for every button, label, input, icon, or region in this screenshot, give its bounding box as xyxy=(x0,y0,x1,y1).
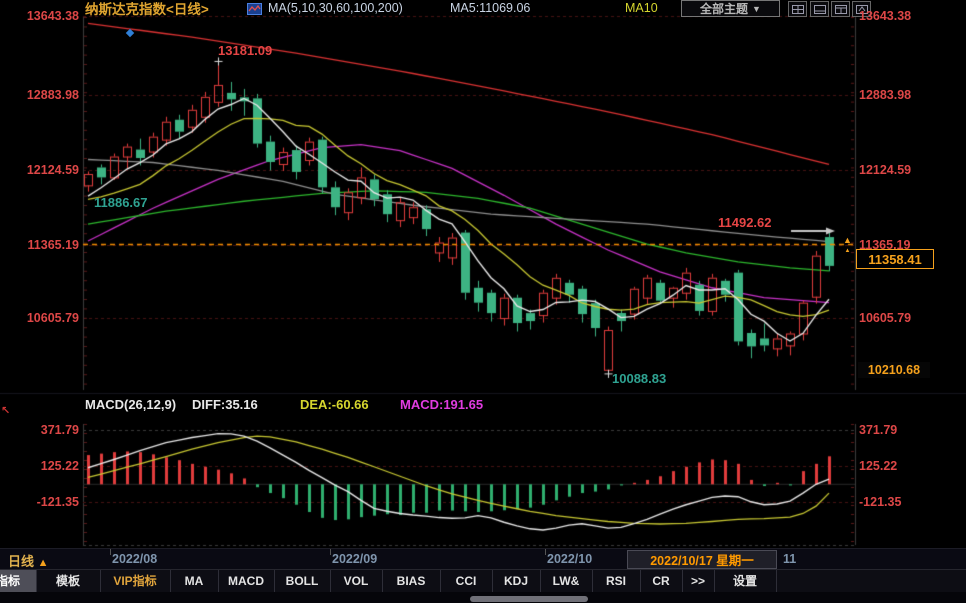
tab-[interactable]: 模板 xyxy=(36,570,101,592)
month-tick xyxy=(330,549,331,555)
month-label: 2022/08 xyxy=(112,552,157,566)
month-tick xyxy=(545,549,546,555)
macd-dea-label: DEA:-60.66 xyxy=(300,397,369,412)
chevron-down-icon: ▼ xyxy=(752,4,761,14)
tab-[interactable]: >> xyxy=(682,570,715,592)
bottom-scrollbar-track[interactable] xyxy=(0,592,966,603)
month-label: 2022/10 xyxy=(547,552,592,566)
pane-bottom-button[interactable] xyxy=(831,1,850,17)
trailing-month-label: 11 xyxy=(783,552,796,566)
period-low-annotation: 10088.83 xyxy=(612,371,666,386)
period-arrow-icon: ▲ xyxy=(38,557,49,569)
price-axis-label: 12124.59 xyxy=(0,162,79,178)
theme-dropdown-label: 全部主题 xyxy=(700,0,748,17)
month-tick xyxy=(110,549,111,555)
macd-axis-label: 125.22 xyxy=(0,458,79,474)
ma-group-label: MA(5,10,30,60,100,200) xyxy=(268,1,403,15)
price-axis-label: 10605.79 xyxy=(0,310,79,326)
tab-ma[interactable]: MA xyxy=(170,570,219,592)
tab-[interactable]: 设置 xyxy=(714,570,777,592)
instrument-title: 纳斯达克指数<日线> xyxy=(85,0,209,18)
pane-add-button[interactable] xyxy=(810,1,829,17)
theme-dropdown[interactable]: 全部主题 ▼ xyxy=(681,0,780,17)
macd-axis-label: 371.79 xyxy=(0,422,79,438)
period-selector[interactable]: 日线 ▲ xyxy=(8,551,49,570)
price-axis-label: 11365.19 xyxy=(0,237,79,253)
tab-rsi[interactable]: RSI xyxy=(592,570,641,592)
tab-cr[interactable]: CR xyxy=(640,570,683,592)
price-axis-label: 12883.98 xyxy=(0,87,79,103)
macd-axis-label: 371.79 xyxy=(859,422,897,438)
price-axis-label: 12883.98 xyxy=(859,87,911,103)
tab-boll[interactable]: BOLL xyxy=(274,570,331,592)
recent-high-annotation: 11492.62 xyxy=(718,215,772,230)
ma5-value-label: MA5:11069.06 xyxy=(450,1,530,15)
trading-app-window: 纳斯达克指数<日线> MA(5,10,30,60,100,200) MA5:11… xyxy=(0,0,966,603)
macd-diff-label: DIFF:35.16 xyxy=(192,397,258,412)
tab-lw[interactable]: LW& xyxy=(540,570,593,592)
current-price-box: 11358.41 xyxy=(856,249,934,269)
timeline-bar: 日线 ▲ 2022/10/17 星期一 11 2022/08 2022/09 202… xyxy=(0,548,966,570)
tab-kdj[interactable]: KDJ xyxy=(492,570,541,592)
price-axis-label: 12124.59 xyxy=(859,162,911,178)
layout-split-button[interactable] xyxy=(788,1,807,17)
tab-macd[interactable]: MACD xyxy=(218,570,275,592)
price-axis-label: 13643.38 xyxy=(859,8,911,24)
price-axis-label: 13643.38 xyxy=(0,8,79,24)
ma10-value-label: MA10 xyxy=(625,1,658,15)
macd-axis-label: 125.22 xyxy=(859,458,897,474)
price-axis-label: 10605.79 xyxy=(859,310,911,326)
indicator-tab-bar: 指标模板VIP指标MAMACDBOLLVOLBIASCCIKDJLW&RSICR… xyxy=(0,569,966,593)
macd-value-label: MACD:191.65 xyxy=(400,397,483,412)
macd-axis-label: -121.35 xyxy=(0,494,79,510)
tab-vip[interactable]: VIP指标 xyxy=(100,570,171,592)
tab-vol[interactable]: VOL xyxy=(330,570,383,592)
low-price-box: 10210.68 xyxy=(858,362,930,378)
month-label: 2022/09 xyxy=(332,552,377,566)
chart-type-icon[interactable] xyxy=(247,2,262,20)
left-low-annotation: 11886.67 xyxy=(94,195,148,210)
macd-params-label: MACD(26,12,9) xyxy=(85,397,176,412)
pane-resize-handle-icon[interactable]: ↖ xyxy=(1,404,10,417)
scrollbar-thumb[interactable] xyxy=(470,596,588,602)
tab-cci[interactable]: CCI xyxy=(440,570,493,592)
price-chart-canvas[interactable] xyxy=(0,0,966,603)
highlighted-date-label: 2022/10/17 星期一 xyxy=(627,550,777,569)
tab-bias[interactable]: BIAS xyxy=(382,570,441,592)
macd-axis-label: -121.35 xyxy=(859,494,901,510)
tab-[interactable]: 指标 xyxy=(0,570,37,592)
price-up-arrow-icon: ▲▲ xyxy=(843,236,852,256)
peak-high-annotation: 13181.09 xyxy=(218,43,272,58)
